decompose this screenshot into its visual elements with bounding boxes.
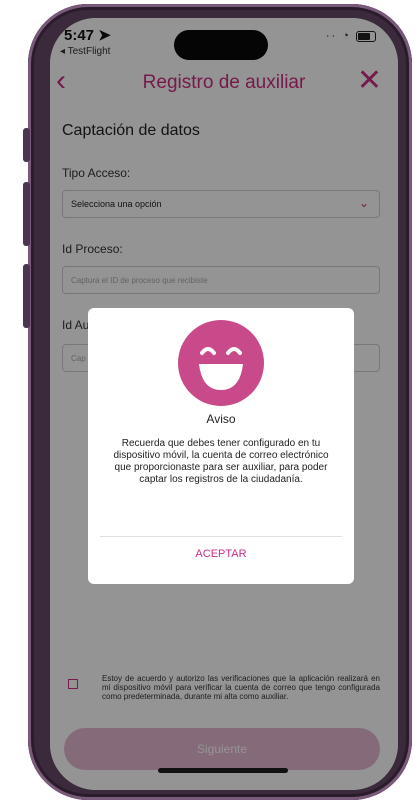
accept-button[interactable]: ACEPTAR [88,548,354,560]
dialog-divider [100,536,342,537]
volume-up-button [23,182,30,246]
volume-down-button [23,264,30,328]
app-screen: 5:47 ➤ ◂ TestFlight ·· ◔ ‹ Registro de a… [50,18,398,790]
dialog-title: Aviso [206,412,236,426]
alert-dialog: Aviso Recuerda que debes tener configura… [88,308,354,584]
smiley-icon [178,320,264,406]
mute-switch [23,128,30,162]
dialog-message: Recuerda que debes tener configurado en … [113,438,329,485]
home-indicator[interactable] [158,768,288,773]
